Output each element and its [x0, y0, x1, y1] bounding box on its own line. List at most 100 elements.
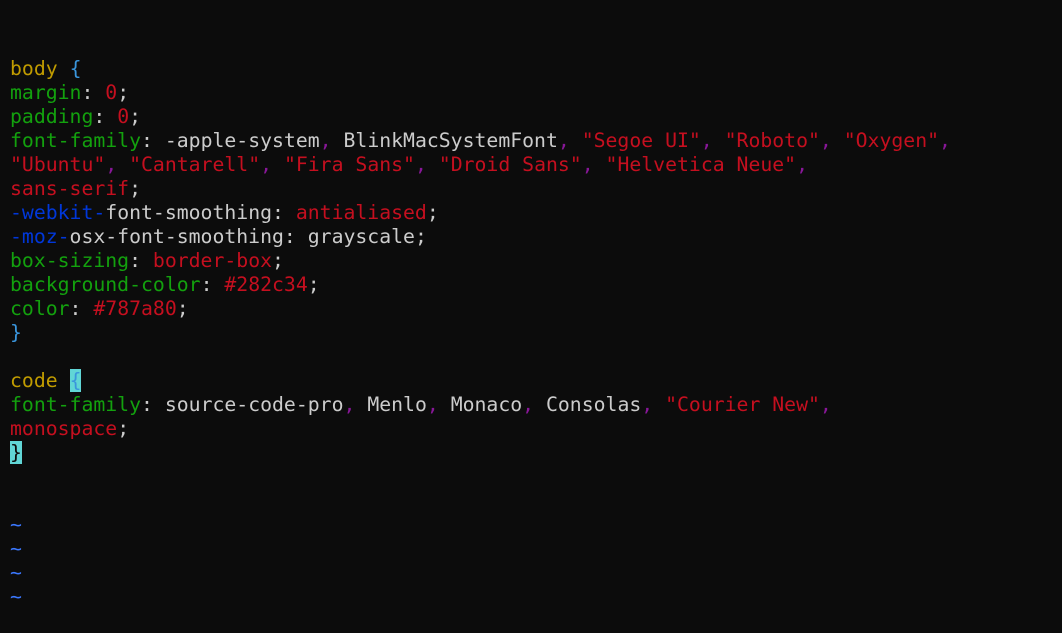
code-token: : — [69, 297, 94, 320]
code-token: osx-font-smoothing — [69, 225, 284, 248]
code-token: "Roboto" — [724, 129, 820, 152]
vim-editor-buffer[interactable]: body {margin: 0; padding: 0; font-family: … — [10, 9, 951, 633]
code-token: background-color — [10, 273, 201, 296]
code-token: source-code-pro — [164, 393, 344, 416]
code-token: : — [141, 129, 165, 152]
code-token: { — [69, 57, 82, 80]
code-token: "Ubuntu" — [10, 153, 106, 176]
code-token: box-sizing — [10, 249, 130, 272]
code-token: , — [641, 393, 666, 416]
code-token: "Segoe UI" — [581, 129, 701, 152]
code-token: : — [200, 273, 225, 296]
code-token: 0 — [105, 81, 118, 104]
code-line: background-color: #282c34; — [10, 273, 951, 297]
code-token: , — [939, 129, 951, 152]
code-token: code — [10, 369, 58, 392]
code-token: ; — [176, 297, 189, 320]
code-token: : — [141, 393, 165, 416]
code-token: body — [10, 57, 58, 80]
code-token: padding — [10, 105, 94, 128]
code-token: "Cantarell" — [129, 153, 261, 176]
code-token: "Droid Sans" — [438, 153, 582, 176]
code-token: "Oxygen" — [843, 129, 940, 152]
code-token: , — [796, 153, 809, 176]
code-token: , — [581, 153, 606, 176]
code-line: margin: 0; — [10, 81, 951, 105]
code-line: "Ubuntu", "Cantarell", "Fira Sans", "Dro… — [10, 153, 951, 177]
code-token: , — [319, 129, 344, 152]
code-token: font-smoothing — [105, 201, 273, 224]
code-line: font-family: source-code-pro, Menlo, Mon… — [10, 393, 951, 417]
code-line: box-sizing: border-box; — [10, 249, 951, 273]
code-token: Menlo — [367, 393, 427, 416]
code-token: 0 — [117, 105, 130, 128]
code-token: Monaco — [450, 393, 523, 416]
code-token: -webkit- — [10, 201, 106, 224]
code-token: border-box — [152, 249, 273, 272]
code-token: ; — [129, 105, 142, 128]
empty-line-tilde: ~ — [10, 537, 22, 560]
code-token: , — [414, 153, 439, 176]
code-token: #282c34 — [224, 273, 308, 296]
code-line: font-family: -apple-system, BlinkMacSyst… — [10, 129, 951, 153]
code-token: , — [522, 393, 546, 416]
code-token: , — [819, 129, 844, 152]
code-token: , — [260, 153, 284, 176]
code-token: , — [700, 129, 725, 152]
text-cursor: } — [10, 441, 22, 464]
code-line: sans-serif; — [10, 177, 951, 201]
empty-line-markers: ~ ~ ~ ~ — [10, 513, 951, 609]
code-token: : — [272, 201, 296, 224]
code-lines: body {margin: 0; padding: 0; font-family: … — [10, 57, 951, 465]
code-token: Consolas — [545, 393, 642, 416]
empty-line-tilde: ~ — [10, 585, 22, 608]
code-token: -moz- — [10, 225, 70, 248]
code-token: antialiased — [295, 201, 427, 224]
code-token: , — [426, 393, 451, 416]
code-token: { — [69, 369, 82, 392]
code-line: -webkit-font-smoothing: antialiased; — [10, 201, 951, 225]
code-token: ; — [117, 417, 130, 440]
code-line: color: #787a80; — [10, 297, 951, 321]
code-token: : — [93, 105, 118, 128]
code-token: : — [129, 249, 153, 272]
code-line: body { — [10, 57, 951, 81]
code-token: "Fira Sans" — [283, 153, 415, 176]
code-token: font-family — [10, 129, 142, 152]
code-line: monospace; — [10, 417, 951, 441]
code-line: code { — [10, 369, 951, 393]
code-token: -apple-system — [164, 129, 320, 152]
code-token: ; — [414, 225, 427, 248]
empty-line-tilde: ~ — [10, 561, 22, 584]
code-token: grayscale — [307, 225, 415, 248]
code-token: , — [557, 129, 582, 152]
code-token: , — [105, 153, 130, 176]
code-line: -moz-osx-font-smoothing: grayscale; — [10, 225, 951, 249]
code-token: : — [283, 225, 308, 248]
code-token: ; — [117, 81, 130, 104]
code-token: margin — [10, 81, 82, 104]
code-token: "Courier New" — [665, 393, 820, 416]
code-token: #787a80 — [93, 297, 177, 320]
code-token: monospace — [10, 417, 118, 440]
code-token: ; — [307, 273, 320, 296]
code-token: ; — [272, 249, 284, 272]
code-line: } — [10, 321, 951, 345]
code-token: sans-serif — [10, 177, 130, 200]
code-token: ; — [129, 177, 142, 200]
code-token: : — [81, 81, 106, 104]
code-token: ; — [426, 201, 439, 224]
code-line: } — [10, 441, 951, 465]
empty-line-tilde: ~ — [10, 513, 22, 536]
code-token: "Helvetica Neue" — [605, 153, 797, 176]
code-token: font-family — [10, 393, 142, 416]
code-line: padding: 0; — [10, 105, 951, 129]
code-token: , — [819, 393, 832, 416]
code-token: color — [10, 297, 70, 320]
code-token: } — [10, 321, 22, 344]
code-token: , — [343, 393, 368, 416]
code-token: BlinkMacSystemFont — [343, 129, 558, 152]
